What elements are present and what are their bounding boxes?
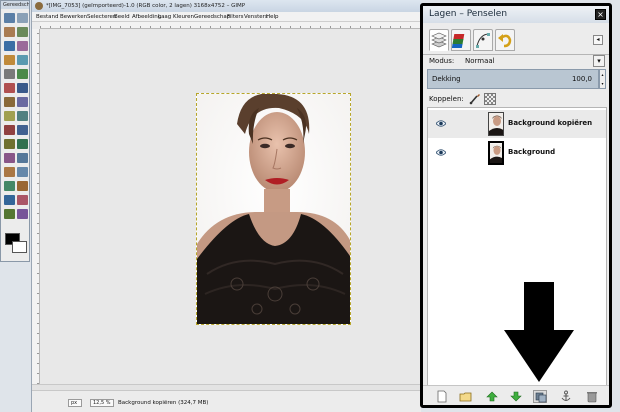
raise-layer-icon[interactable] xyxy=(485,390,499,403)
menu-beeld[interactable]: Beeld xyxy=(114,12,130,22)
menu-gereedschap[interactable]: Gereedschap xyxy=(194,12,230,22)
layer-row[interactable]: Background kopiëren xyxy=(428,110,606,138)
gimp-logo-icon xyxy=(35,2,43,10)
unit-select[interactable]: px xyxy=(68,399,82,407)
opacity-spin-button[interactable]: ▴ ▾ xyxy=(599,69,606,89)
tool-icon[interactable] xyxy=(17,69,28,79)
tool-icon[interactable] xyxy=(4,111,15,121)
lock-row: Koppelen: xyxy=(429,92,605,106)
menu-bewerken[interactable]: Bewerken xyxy=(60,12,87,22)
layer-name[interactable]: Background xyxy=(508,148,555,156)
lock-label: Koppelen: xyxy=(429,95,464,103)
paths-tab-icon[interactable] xyxy=(473,29,493,51)
tool-icon[interactable] xyxy=(17,209,28,219)
anchor-icon[interactable] xyxy=(559,390,573,403)
lower-layer-icon[interactable] xyxy=(509,390,523,403)
tool-icon[interactable] xyxy=(4,139,15,149)
opacity-label: Dekking xyxy=(432,75,461,83)
new-layer-group-icon[interactable] xyxy=(459,390,473,403)
status-layer-info: Background kopiëren (324,7 MB) xyxy=(118,400,209,406)
opacity-slider[interactable]: Dekking 100,0 xyxy=(427,69,599,89)
undo-history-tab-icon[interactable] xyxy=(495,29,515,51)
trash-icon[interactable] xyxy=(585,390,599,403)
tool-icon[interactable] xyxy=(17,111,28,121)
tool-icon[interactable] xyxy=(4,41,15,51)
toolbox-title: Gereedschap xyxy=(1,1,29,9)
close-icon[interactable]: × xyxy=(595,9,606,20)
menu-laag[interactable]: Laag xyxy=(158,12,171,22)
chevron-down-icon[interactable]: ▾ xyxy=(593,55,605,67)
tool-icon[interactable] xyxy=(17,83,28,93)
tool-icon[interactable] xyxy=(4,83,15,93)
tool-icon[interactable] xyxy=(4,195,15,205)
tool-icon[interactable] xyxy=(17,13,28,23)
tool-icon[interactable] xyxy=(4,97,15,107)
dock-menu-icon[interactable]: ◂ xyxy=(593,35,603,45)
tool-icon[interactable] xyxy=(17,55,28,65)
horizontal-ruler[interactable] xyxy=(40,22,421,29)
layer-name[interactable]: Background kopiëren xyxy=(508,119,592,127)
vertical-ruler[interactable] xyxy=(32,29,40,384)
image-canvas-photo[interactable] xyxy=(196,93,351,325)
duplicate-layer-icon[interactable] xyxy=(533,390,547,403)
dock-titlebar[interactable]: Lagen – Penselen × xyxy=(423,6,609,23)
opacity-value: 100,0 xyxy=(571,75,592,83)
lock-alpha-icon[interactable] xyxy=(484,93,496,105)
menu-selecteren[interactable]: Selecteren xyxy=(87,12,116,22)
tool-icon[interactable] xyxy=(4,153,15,163)
mode-row: Modus: Normaal ▾ xyxy=(429,55,605,68)
tool-icon[interactable] xyxy=(17,97,28,107)
toolbox-window: Gereedschap xyxy=(0,0,30,262)
tool-icon[interactable] xyxy=(17,181,28,191)
layer-thumbnail xyxy=(488,141,504,165)
layers-tab-icon[interactable] xyxy=(429,29,449,51)
tool-icon[interactable] xyxy=(17,41,28,51)
menubar: Bestand Bewerken Selecteren Beeld Afbeelding… xyxy=(32,12,421,22)
tool-icon[interactable] xyxy=(4,209,15,219)
tool-icon[interactable] xyxy=(17,125,28,135)
statusbar: px 12,5 % Background kopiëren (324,7 MB) xyxy=(32,390,421,412)
tool-icon[interactable] xyxy=(17,139,28,149)
menu-vensters[interactable]: Vensters xyxy=(244,12,268,22)
arrow-down-icon xyxy=(504,282,574,382)
tool-icon[interactable] xyxy=(17,167,28,177)
portrait-image xyxy=(197,94,350,324)
layer-row[interactable]: Background xyxy=(428,139,606,167)
eye-icon[interactable] xyxy=(436,119,446,128)
tool-icon[interactable] xyxy=(4,55,15,65)
tool-icon[interactable] xyxy=(4,167,15,177)
mode-select-value[interactable]: Normaal xyxy=(465,57,495,65)
layer-thumbnail xyxy=(488,112,504,136)
tool-icon[interactable] xyxy=(17,153,28,163)
mode-label: Modus: xyxy=(429,57,455,65)
layer-button-bar xyxy=(423,385,609,405)
tool-icon[interactable] xyxy=(4,69,15,79)
menu-afbeelding[interactable]: Afbeelding xyxy=(132,12,161,22)
image-window-title: *[IMG_7053] (geïmporteerd)-1.0 (RGB colo… xyxy=(32,0,421,12)
background-color-swatch[interactable] xyxy=(12,241,27,253)
new-layer-icon[interactable] xyxy=(435,390,449,403)
brush-icon[interactable] xyxy=(469,93,481,105)
menu-bestand[interactable]: Bestand xyxy=(36,12,59,22)
tool-icon[interactable] xyxy=(17,195,28,205)
menu-kleuren[interactable]: Kleuren xyxy=(173,12,194,22)
tool-icon[interactable] xyxy=(17,27,28,37)
dock-tabs: ◂ xyxy=(423,25,609,55)
tool-icon[interactable] xyxy=(4,13,15,23)
tool-icon[interactable] xyxy=(4,27,15,37)
eye-icon[interactable] xyxy=(436,148,446,157)
menu-help[interactable]: Help xyxy=(266,12,279,22)
dock-title: Lagen – Penselen xyxy=(429,9,508,19)
menu-filters[interactable]: Filters xyxy=(227,12,244,22)
zoom-select[interactable]: 12,5 % xyxy=(90,399,114,407)
channels-tab-icon[interactable] xyxy=(451,29,471,51)
tool-icon[interactable] xyxy=(4,125,15,135)
tool-icon[interactable] xyxy=(4,181,15,191)
